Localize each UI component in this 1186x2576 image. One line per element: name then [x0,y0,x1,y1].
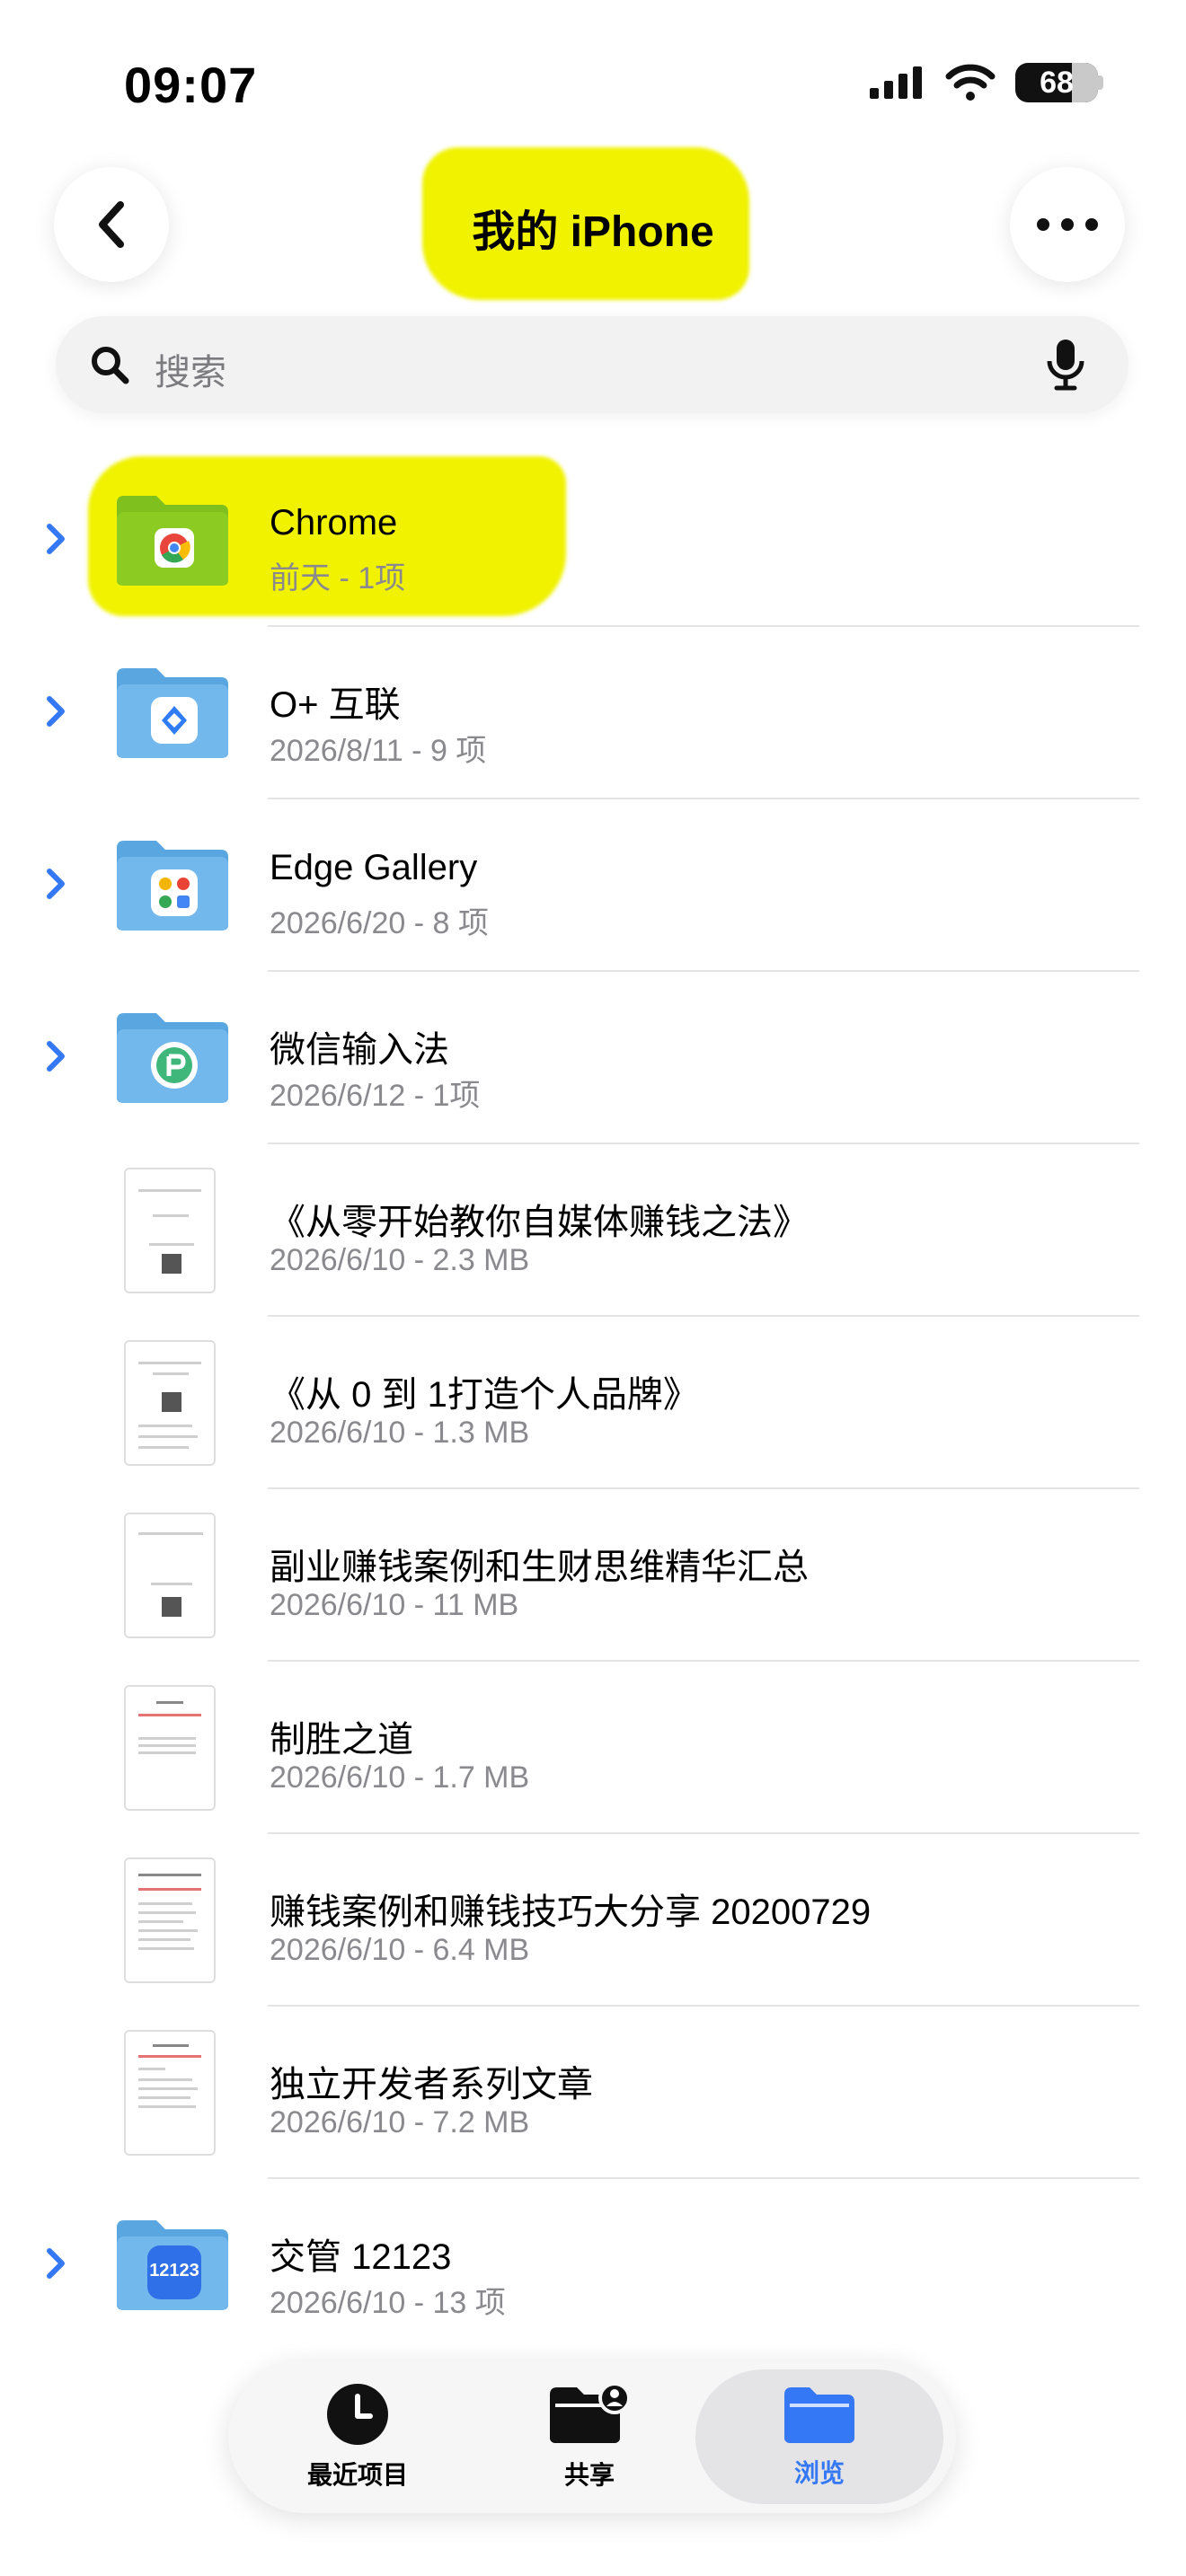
item-name: 《从 0 到 1打造个人品牌》 [270,1375,699,1415]
shared-folder-icon [550,2382,631,2443]
item-name: 微信输入法 [270,1030,449,1070]
item-meta: 2026/6/10 - 7.2 MB [270,2105,530,2139]
chevron-right-icon[interactable] [45,868,66,900]
tab-browse[interactable]: 浏览 [695,2369,943,2504]
status-time: 09:07 [124,57,258,113]
item-meta: 2026/6/20 - 8 项 [270,906,489,940]
item-meta: 2026/6/10 - 6.4 MB [270,1933,530,1967]
folder-icon [784,2387,854,2443]
tab-label: 最近项目 [306,2461,408,2489]
item-meta: 2026/6/10 - 11 MB [270,1588,519,1622]
list-item[interactable]: 《从 0 到 1打造个人品牌》 2026/6/10 - 1.3 MB [0,1317,1186,1489]
item-name: O+ 互联 [270,685,401,725]
item-name: Chrome [270,503,398,543]
document-thumbnail-icon [124,1168,216,1293]
status-icons: 68 [868,63,1103,102]
chevron-right-icon[interactable] [45,2247,66,2280]
document-thumbnail-icon [124,1340,216,1466]
list-item[interactable]: Edge Gallery 2026/6/20 - 8 项 [0,799,1186,972]
tab-shared[interactable]: 共享 [482,2360,697,2513]
list-item[interactable]: 《从零开始教你自媒体赚钱之法》 2026/6/10 - 2.3 MB [0,1144,1186,1317]
list-item[interactable]: 赚钱案例和赚钱技巧大分享 20200729 2026/6/10 - 6.4 MB [0,1834,1186,2007]
battery-icon: 68 [1015,63,1098,102]
tab-bar: 最近项目 共享 浏览 [228,2360,956,2513]
document-thumbnail-icon [124,2030,216,2156]
chevron-right-icon[interactable] [45,695,66,728]
list-item[interactable]: 独立开发者系列文章 2026/6/10 - 7.2 MB [0,2007,1186,2179]
search-icon [92,347,129,384]
item-name: 独立开发者系列文章 [270,2065,593,2104]
item-meta: 2026/8/11 - 9 项 [270,734,487,768]
wechat-input-folder-icon [117,1013,228,1103]
list-item[interactable]: 制胜之道 2026/6/10 - 1.7 MB [0,1662,1186,1834]
battery-level: 68 [1040,65,1074,100]
page-title: 我的 iPhone [472,208,714,256]
tab-recents[interactable]: 最近项目 [250,2360,465,2513]
item-name: Edge Gallery [270,848,478,887]
microphone-icon[interactable] [1046,338,1085,392]
item-meta: 前天 - 1项 [270,561,406,595]
item-meta: 2026/6/10 - 13 项 [270,2286,506,2320]
item-name: 制胜之道 [270,1720,413,1760]
document-thumbnail-icon [124,1685,216,1811]
document-thumbnail-icon [124,1857,216,1983]
search-bar[interactable]: 搜索 [56,316,1128,413]
item-name: 交管 12123 [270,2237,452,2277]
clock-icon [327,2384,388,2445]
document-thumbnail-icon [124,1513,216,1638]
jiaoguan-folder-icon: 12123 [117,2220,228,2310]
item-meta: 2026/6/10 - 1.7 MB [270,1760,530,1795]
ellipsis-icon [1037,218,1098,231]
svg-text:12123: 12123 [149,2261,199,2280]
item-name: 赚钱案例和赚钱技巧大分享 20200729 [270,1892,872,1932]
more-button[interactable] [1010,167,1125,282]
chrome-folder-icon [117,496,228,586]
cellular-signal-icon [870,66,922,99]
search-input[interactable]: 搜索 [155,343,226,395]
list-item[interactable]: 微信输入法 2026/6/12 - 1项 [0,972,1186,1144]
list-item[interactable]: O+ 互联 2026/8/11 - 9 项 [0,627,1186,799]
tab-label: 共享 [563,2461,615,2489]
item-meta: 2026/6/10 - 1.3 MB [270,1416,530,1450]
item-name: 副业赚钱案例和生财思维精华汇总 [270,1548,809,1587]
tab-label: 浏览 [793,2459,845,2487]
list-item[interactable]: 副业赚钱案例和生财思维精华汇总 2026/6/10 - 11 MB [0,1489,1186,1662]
item-meta: 2026/6/10 - 2.3 MB [270,1243,530,1277]
wifi-icon [945,64,996,101]
list-item[interactable]: 12123 交管 12123 2026/6/10 - 13 项 [0,2179,1186,2351]
oplus-folder-icon [117,668,228,758]
chevron-right-icon[interactable] [45,1040,66,1072]
list-item[interactable]: Chrome 前天 - 1项 [0,454,1186,627]
item-meta: 2026/6/12 - 1项 [270,1079,481,1113]
edge-gallery-folder-icon [117,841,228,931]
item-name: 《从零开始教你自媒体赚钱之法》 [270,1203,809,1242]
chevron-right-icon[interactable] [45,523,66,555]
